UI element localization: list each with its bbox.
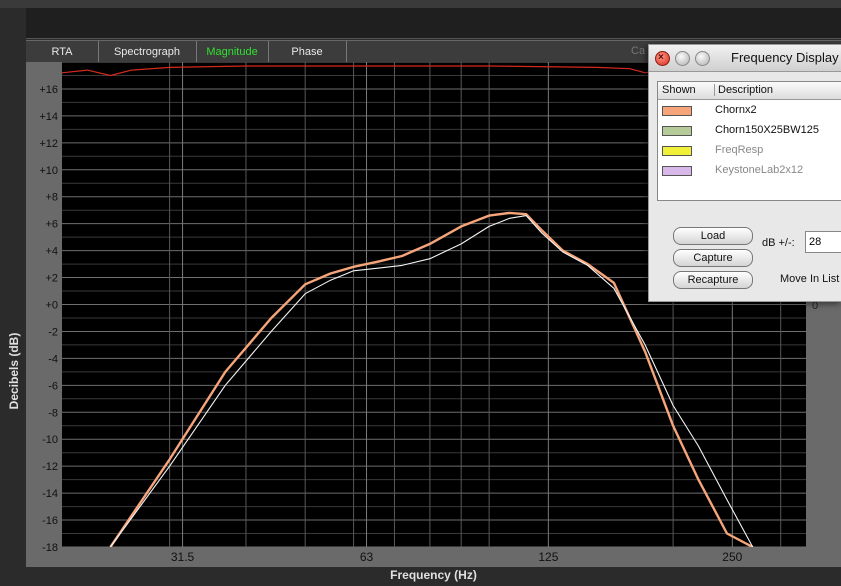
x-tick-label: 63 [360,550,374,564]
trace-description: FreqResp [715,144,764,156]
minimize-button[interactable] [675,51,690,66]
move-in-list-label: Move In List [780,273,840,285]
y-tick-label: -2 [48,326,58,338]
db-range-label: dB +/-: [762,237,795,249]
trace-list-item[interactable]: Chornx2 [658,101,841,121]
y-tick-label: -14 [42,488,58,500]
trace-color-swatch[interactable] [662,146,692,156]
column-header-description[interactable]: Description [718,84,773,96]
y-tick-label: +8 [45,192,58,204]
tab-magnitude[interactable]: Magnitude [196,41,269,63]
column-header-shown[interactable]: Shown [662,84,715,96]
trace-description: Chornx2 [715,104,757,116]
y-tick-label: +14 [39,111,58,123]
load-button[interactable]: Load [673,227,753,245]
y-tick-label: +2 [45,273,58,285]
db-range-input[interactable] [805,231,841,253]
y-tick-label: +6 [45,219,58,231]
trace-list-header: Shown Description [658,82,841,100]
x-tick-label: 31.5 [171,550,195,564]
zoom-button[interactable] [695,51,710,66]
x-tick-label: 125 [538,550,558,564]
x-axis-label: Frequency (Hz) [390,568,477,582]
y-tick-label: -12 [42,461,58,473]
trace-list-item[interactable]: FreqResp [658,141,841,161]
trace-description: Chorn150X25BW125 [715,124,819,136]
tab-spectrograph[interactable]: Spectrograph [98,41,197,63]
dialog-title: Frequency Display [731,50,839,65]
window-top-bar [0,0,841,8]
y-tick-label: +16 [39,84,58,96]
y-tick-label: -4 [48,353,58,365]
y-tick-label: +0 [45,300,58,312]
y-tick-label: -18 [42,542,58,554]
trace-color-swatch[interactable] [662,126,692,136]
y-tick-label: -8 [48,407,58,419]
trace-list[interactable]: Shown Description Chornx2 Chorn150X25BW12… [657,81,841,201]
y-tick-label: +4 [45,246,58,258]
y-tick-label: +10 [39,165,58,177]
close-icon: × [658,52,664,63]
trace-list-item[interactable]: Chorn150X25BW125 [658,121,841,141]
y-axis-gutter: Decibels (dB) [0,62,26,567]
tab-phase[interactable]: Phase [268,41,347,63]
tab-rta[interactable]: RTA [26,41,99,63]
frequency-display-dialog: × Frequency Display Shown Description Ch… [648,44,841,302]
y-tick-label: -10 [42,434,58,446]
trace-color-swatch[interactable] [662,106,692,116]
y-tick-label: -6 [48,380,58,392]
toolbar-area [26,8,841,39]
trace-list-item[interactable]: KeystoneLab2x12 [658,161,841,181]
y-axis-label: Decibels (dB) [7,332,21,410]
trace-description: KeystoneLab2x12 [715,164,804,176]
recapture-button[interactable]: Recapture [673,271,753,289]
tab-hidden-label: Ca [631,45,646,57]
y-tick-label: +12 [39,138,58,150]
x-tick-label: 250 [722,550,742,564]
capture-button[interactable]: Capture [673,249,753,267]
dialog-title-bar[interactable]: × Frequency Display [649,45,841,72]
trace-color-swatch[interactable] [662,166,692,176]
y-tick-label: -16 [42,515,58,527]
